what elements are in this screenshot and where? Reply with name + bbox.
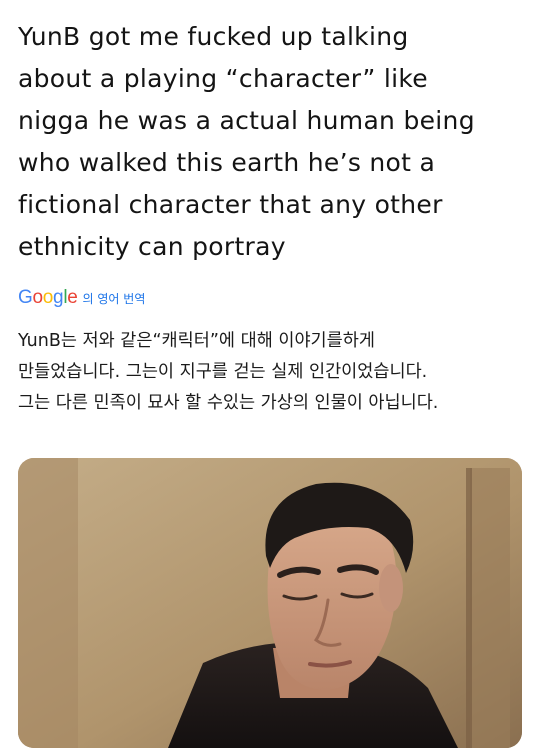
translated-text: YunB는 저와 같은“캐릭터”에 대해 이야기를하게 만들었습니다. 그는이 …: [18, 326, 524, 419]
tweet-text: YunB got me fucked up talking about a pl…: [18, 16, 524, 268]
photo-illustration: [18, 458, 522, 748]
tweet-text-line: fictional character that any other: [18, 190, 443, 219]
translation-label: 의 영어 번역: [82, 292, 146, 306]
translated-text-line: 그는 다른 민족이 묘사 할 수있는 가상의 인물이 아닙니다.: [18, 393, 439, 413]
tweet-text-line: who walked this earth he’s not a: [18, 148, 436, 177]
tweet-text-line: about a playing “character” like: [18, 64, 428, 93]
tweet-text-line: YunB got me fucked up talking: [18, 22, 409, 51]
translated-text-line: YunB는 저와 같은“캐릭터”에 대해 이야기를하게: [18, 331, 375, 351]
attached-photo[interactable]: [18, 458, 522, 748]
tweet-text-line: nigga he was a actual human being: [18, 106, 475, 135]
google-logo: Google: [18, 287, 78, 308]
translation-attribution[interactable]: Google 의 영어 번역: [18, 287, 145, 309]
tweet-post: YunB got me fucked up talking about a pl…: [0, 0, 540, 748]
translated-text-line: 만들었습니다. 그는이 지구를 걷는 실제 인간이었습니다.: [18, 362, 428, 382]
tweet-text-line: ethnicity can portray: [18, 232, 286, 261]
